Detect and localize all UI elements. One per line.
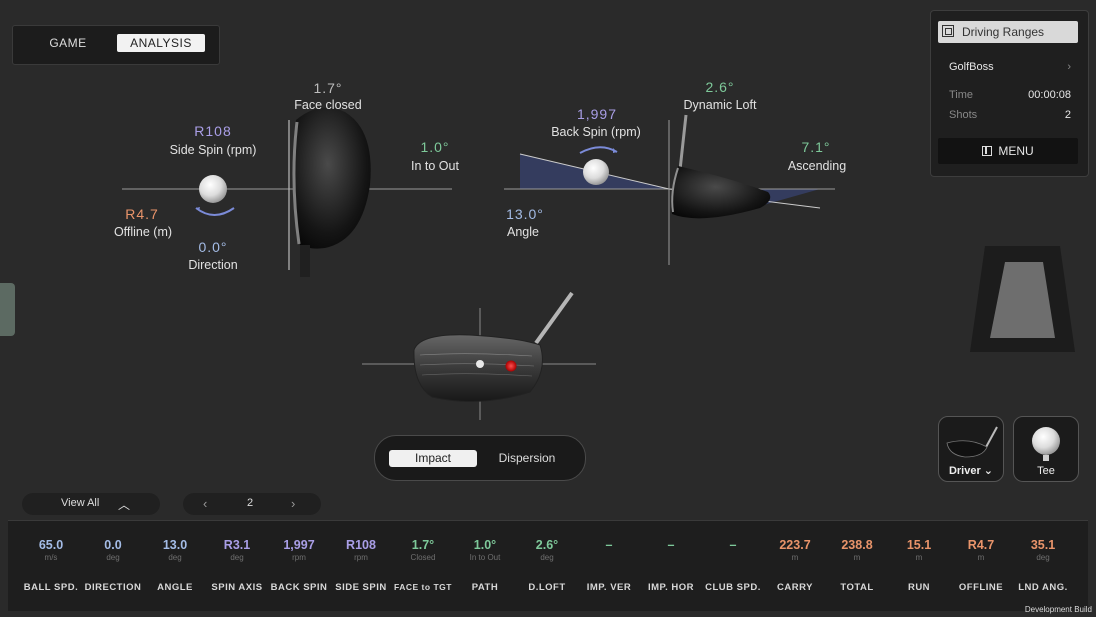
stat-name: LND ANG. [1018, 582, 1068, 593]
page-number: 2 [247, 497, 254, 509]
stat-unit: m [915, 553, 923, 562]
impact-dispersion-toggle: Impact Dispersion [374, 435, 586, 481]
stat-unit: deg [106, 553, 120, 562]
stat-unit: Closed [410, 553, 436, 562]
target-preview[interactable] [970, 246, 1075, 352]
stat-unit: In to Out [469, 553, 501, 562]
stat-value: 65.0 [38, 538, 64, 552]
prev-page-icon[interactable]: ‹ [203, 496, 207, 511]
stat-name: OFFLINE [958, 582, 1004, 593]
stat-unit: m [791, 553, 799, 562]
back-spin-label: Back Spin (rpm) [551, 125, 641, 139]
offline-label: Offline (m) [113, 225, 173, 239]
stat-value: 15.1 [906, 538, 932, 552]
launch-angle-value: 13.0° [506, 206, 544, 222]
stat-name: PATH [471, 582, 499, 593]
stat-value: 13.0 [162, 538, 188, 552]
stat-unit: deg [1036, 553, 1050, 562]
ball-front [199, 175, 227, 203]
club-select-label: Driver ⌄ [948, 465, 994, 477]
next-page-icon[interactable]: › [291, 496, 295, 511]
shot-stats-bar: 65.0 m/s BALL SPD. 0.0 deg DIRECTION 13.0 deg AN… [8, 520, 1088, 611]
side-spin-label: Side Spin (rpm) [169, 143, 257, 157]
path-value: 1.0° [420, 139, 450, 155]
stat-name: IMP. VER [586, 582, 632, 593]
impact-tab[interactable]: Impact [389, 450, 477, 467]
impact-point-marker [505, 360, 517, 372]
stat-value: 2.6° [535, 538, 559, 552]
stat-name: SPIN AXIS [211, 582, 263, 593]
face-angle-label: Face closed [294, 98, 362, 112]
stat-value: – [729, 538, 737, 552]
stat-value: – [605, 538, 613, 552]
stat-value: 0.0 [104, 538, 122, 552]
dev-build-note: Development Build [1024, 605, 1092, 614]
attack-angle-value: 7.1° [801, 139, 831, 155]
dynamic-loft-label: Dynamic Loft [683, 98, 757, 112]
club-select-button[interactable]: Driver ⌄ [938, 416, 1004, 482]
dispersion-tab[interactable]: Dispersion [487, 450, 567, 467]
stat-value: 1.7° [411, 538, 435, 552]
ball-side [583, 159, 609, 185]
side-spin-value: R108 [194, 123, 232, 139]
dynamic-loft-value: 2.6° [705, 79, 735, 95]
back-spin-value: 1,997 [576, 106, 618, 122]
stat-value: – [667, 538, 675, 552]
stats-pager: ‹ 2 › [183, 493, 321, 515]
stat-value: 35.1 [1030, 538, 1056, 552]
stat-unit: m [853, 553, 861, 562]
impact-view-graphic [362, 291, 596, 420]
stat-name: ANGLE [157, 582, 193, 593]
view-all-button[interactable]: View All ︿ [22, 493, 160, 515]
tee-select-label: Tee [1037, 465, 1055, 477]
stat-name: CLUB SPD. [705, 582, 761, 593]
direction-value: 0.0° [198, 239, 228, 255]
stat-value: 1,997 [283, 538, 315, 552]
stat-unit: deg [540, 553, 554, 562]
stat-value: 238.8 [841, 538, 873, 552]
attack-angle-label: Ascending [787, 159, 847, 173]
face-view-graphic [122, 107, 452, 277]
tee-select-button[interactable]: Tee [1013, 416, 1079, 482]
stat-value: R3.1 [223, 538, 251, 552]
stat-name: TOTAL [840, 582, 874, 593]
stat-value: R4.7 [967, 538, 995, 552]
stat-name: RUN [907, 582, 931, 593]
stat-name: FACE to TGT [394, 582, 452, 592]
driver-icon [946, 426, 998, 458]
stat-name: SIDE SPIN [335, 582, 387, 593]
stat-name: IMP. HOR [647, 582, 695, 593]
stat-name: DIRECTION [84, 582, 142, 593]
stat-unit: deg [168, 553, 182, 562]
view-all-label: View All [61, 497, 100, 509]
chevron-up-icon: ︿ [118, 498, 131, 512]
stat-unit: m [977, 553, 985, 562]
stat-value: 223.7 [779, 538, 811, 552]
stat-name: CARRY [777, 582, 813, 593]
stat-unit: rpm [292, 553, 306, 562]
path-label: In to Out [411, 159, 459, 173]
offline-value: R4.7 [125, 206, 159, 222]
direction-label: Direction [188, 258, 238, 272]
stat-name: BALL SPD. [23, 582, 79, 593]
face-angle-value: 1.7° [313, 80, 343, 96]
launch-angle-label: Angle [507, 225, 539, 239]
stat-name: D.LOFT [528, 582, 566, 593]
stat-unit: rpm [354, 553, 368, 562]
face-center-marker [476, 360, 484, 368]
stat-value: R108 [346, 538, 376, 552]
stat-name: BACK SPIN [270, 582, 328, 593]
stat-unit: m/s [44, 553, 58, 562]
stat-unit: deg [230, 553, 244, 562]
stat-value: 1.0° [473, 538, 497, 552]
tee-ball-icon [1032, 427, 1060, 461]
